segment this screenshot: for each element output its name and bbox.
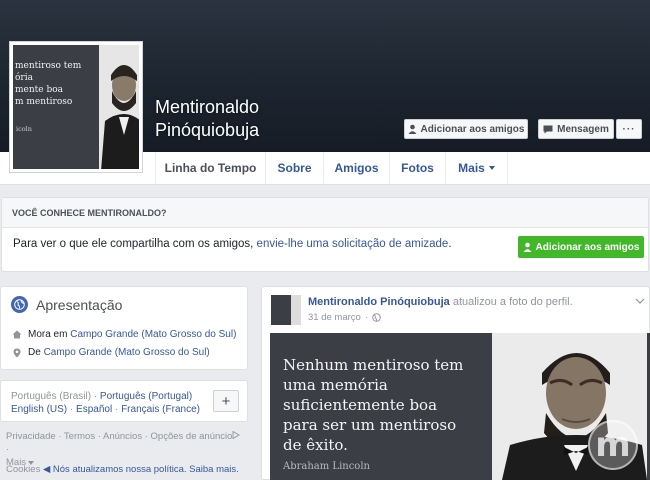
add-language-button[interactable]: + [213, 390, 239, 412]
lives-in-link[interactable]: Campo Grande (Mato Grosso do Sul) [70, 329, 236, 340]
post-action-text: atualizou a foto do perfil. [449, 296, 573, 308]
language-link-en-us[interactable]: English (US) [11, 404, 67, 415]
lives-prefix: Mora em [28, 329, 71, 340]
post-meta: 31 de março · [308, 312, 381, 323]
current-language: Português (Brasil) [11, 391, 92, 402]
post-options-chevron-icon[interactable] [635, 296, 645, 307]
profile-name[interactable]: Mentironaldo Pinóquiobuja [155, 96, 355, 142]
language-link-fr[interactable]: Français (France) [121, 404, 200, 415]
tab-more-label: Mais [458, 161, 485, 175]
message-label: Mensagem [557, 123, 609, 135]
prompt-text-suffix: . [448, 238, 452, 250]
prompt-text-prefix: Para ver o que ele compartilha com os am… [13, 238, 257, 250]
tab-photos[interactable]: Fotos [389, 152, 445, 184]
location-pin-icon [11, 348, 22, 358]
globe-audience-icon [372, 313, 381, 322]
more-options-button[interactable]: ··· [616, 119, 642, 139]
footer-ads-link[interactable]: Anúncios [103, 431, 142, 442]
profile-picture[interactable]: mentiroso tem ória mente boa m mentiroso… [9, 41, 143, 173]
post-photo-quote-author: Abraham Lincoln [283, 461, 370, 472]
post-author-avatar[interactable] [271, 295, 301, 325]
friend-request-prompt: VOCÊ CONHECE MENTIRONALDO? Para ver o qu… [1, 197, 649, 272]
language-link-es[interactable]: Español [76, 404, 112, 415]
language-selector-card: Português (Brasil) · Português (Portugal… [0, 380, 248, 422]
tab-friends-label: Amigos [334, 161, 379, 175]
message-icon [543, 125, 553, 133]
person-add-icon [523, 242, 532, 252]
cookies-notice: Cookies ◀ Nós atualizamos nossa política… [6, 464, 239, 475]
footer-terms-link[interactable]: Termos [64, 431, 95, 442]
tab-friends[interactable]: Amigos [323, 152, 389, 184]
friend-request-prompt-title: VOCÊ CONHECE MENTIRONALDO? [2, 198, 648, 228]
message-button[interactable]: Mensagem [538, 119, 614, 139]
post-photo-quote: Nenhum mentiroso tem uma memória suficie… [283, 356, 464, 454]
more-options-label: ··· [622, 123, 636, 135]
intro-lives-in: Mora em Campo Grande (Mato Grosso do Sul… [11, 329, 236, 340]
cookies-learn-more-link[interactable]: Saiba mais. [189, 464, 239, 475]
tab-timeline[interactable]: Linha do Tempo [155, 152, 265, 184]
separator: · [91, 391, 100, 402]
post-date-link[interactable]: 31 de março [308, 312, 361, 323]
footer-privacy-link[interactable]: Privacidade [6, 431, 56, 442]
add-friend-button[interactable]: Adicionar aos amigos [404, 119, 528, 139]
separator: · [67, 404, 77, 415]
friend-request-prompt-text: Para ver o que ele compartilha com os am… [13, 238, 452, 250]
post-meta-separator: · [364, 312, 368, 323]
add-friend-button-green[interactable]: Adicionar aos amigos [518, 236, 644, 258]
add-friend-label: Adicionar aos amigos [420, 123, 525, 135]
tab-photos-label: Fotos [401, 161, 434, 175]
tab-about-label: Sobre [277, 161, 312, 175]
post-author-link[interactable]: Mentironaldo Pinóquiobuja [308, 296, 450, 308]
from-link[interactable]: Campo Grande (Mato Grosso do Sul) [44, 347, 210, 358]
ad-choices-icon [232, 430, 241, 440]
home-icon [11, 330, 22, 339]
person-add-icon [408, 124, 417, 134]
send-friend-request-link[interactable]: envie-lhe uma solicitação de amizade [257, 238, 449, 250]
cookies-prefix: Cookies [6, 464, 43, 475]
tab-about[interactable]: Sobre [265, 152, 323, 184]
add-friend-green-label: Adicionar aos amigos [535, 241, 640, 253]
tab-more[interactable]: Mais [445, 152, 508, 184]
from-prefix: De [28, 347, 44, 358]
separator: · [112, 404, 122, 415]
intro-from: De Campo Grande (Mato Grosso do Sul) [11, 347, 210, 358]
intro-title: Apresentação [36, 297, 123, 313]
post-header: Mentironaldo Pinóquiobuja atualizou a fo… [308, 296, 573, 308]
tab-timeline-label: Linha do Tempo [164, 161, 257, 175]
caret-down-icon [488, 166, 495, 170]
cookies-policy-link[interactable]: ◀ Nós atualizamos nossa política. [43, 464, 187, 475]
language-link-pt-pt[interactable]: Português (Portugal) [100, 391, 192, 402]
watermark-logo-icon: m [588, 420, 638, 470]
footer-ad-choices-link[interactable]: Opções de anúncio [151, 431, 233, 442]
profile-picture-portrait [99, 45, 139, 169]
globe-icon [11, 296, 28, 313]
profile-picture-quote: mentiroso tem ória mente boa m mentiroso [15, 61, 82, 107]
profile-picture-author: icoln [16, 125, 32, 133]
